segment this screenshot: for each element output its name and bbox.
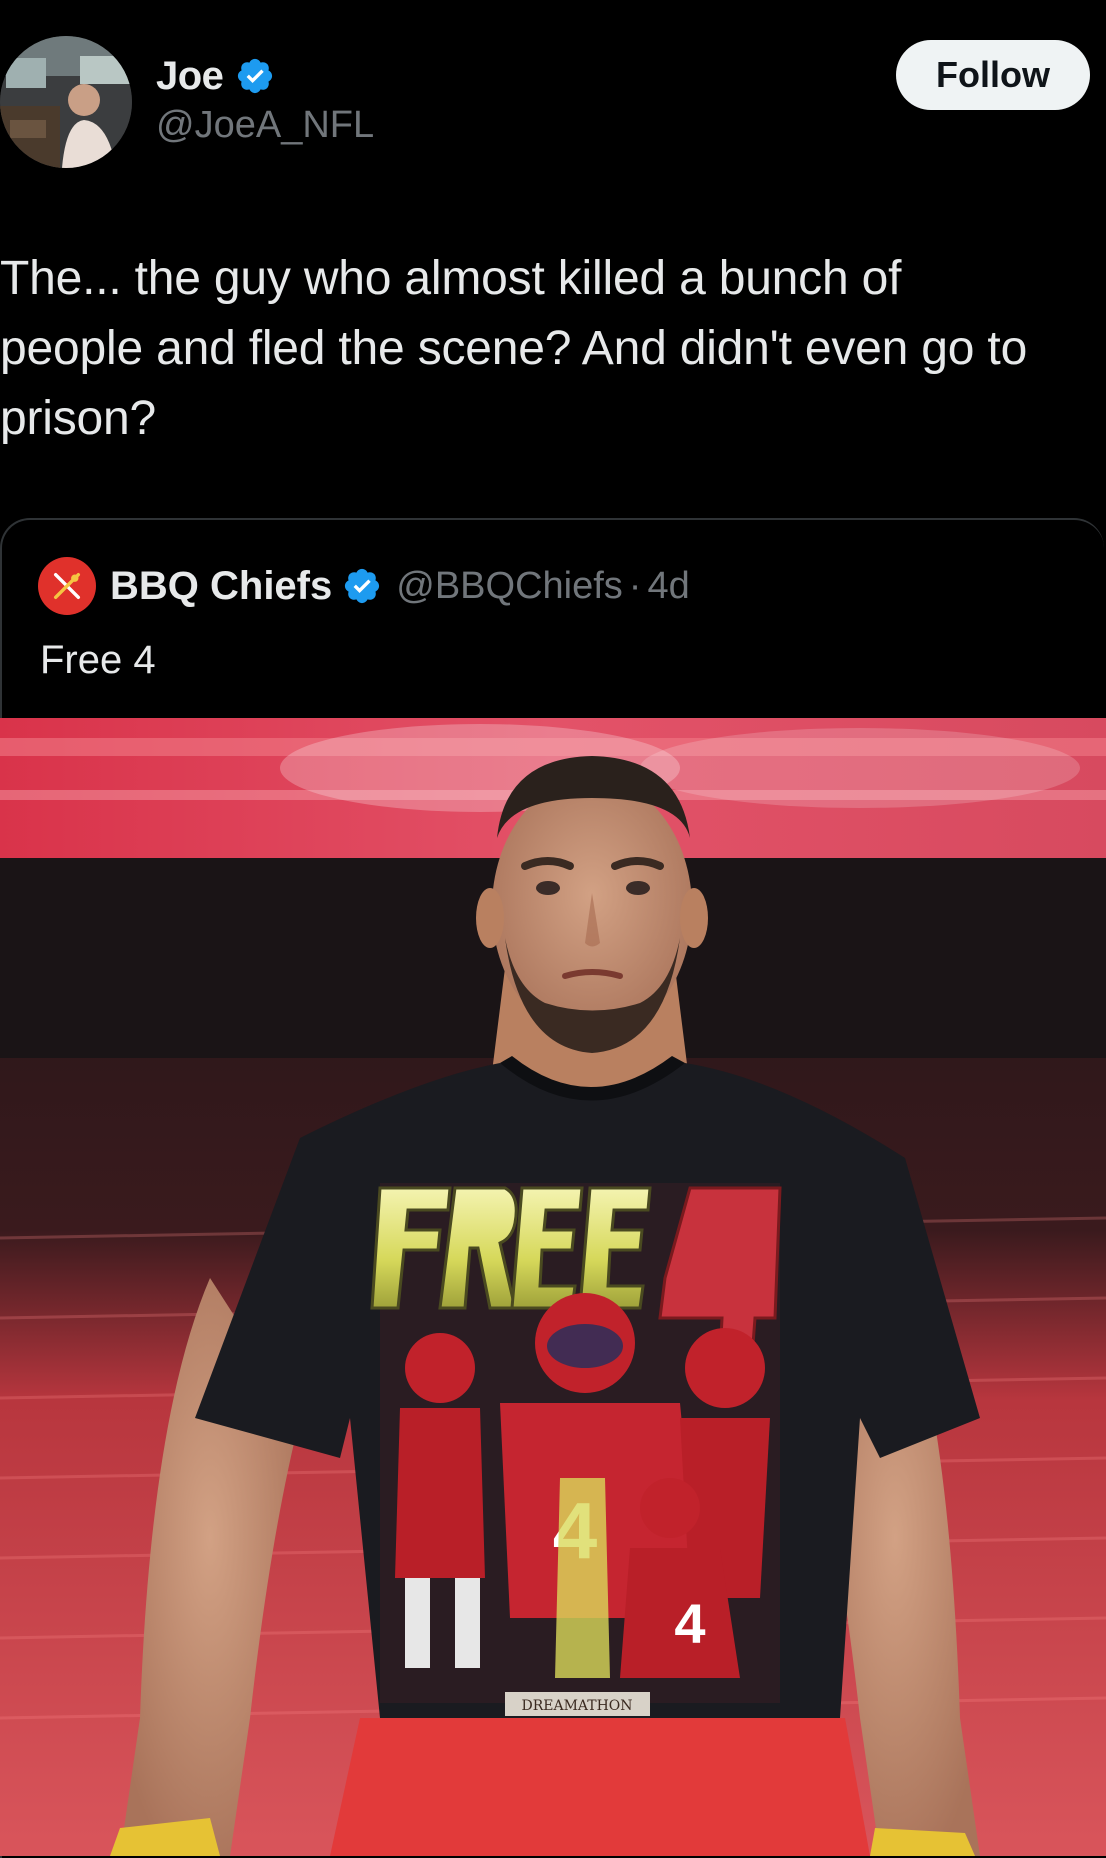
quoted-author-handle[interactable]: @BBQChiefs xyxy=(396,565,623,608)
author-handle[interactable]: @JoeA_NFL xyxy=(156,104,374,147)
verified-badge-icon xyxy=(235,56,275,96)
quoted-author-display-name[interactable]: BBQ Chiefs xyxy=(110,564,332,609)
shirt-tag-text: DREAMATHON xyxy=(521,1698,632,1714)
author-name-row: Joe xyxy=(156,48,275,104)
crossed-utensils-icon[interactable] xyxy=(38,557,96,615)
tweet-text: The... the guy who almost killed a bunch… xyxy=(0,252,1028,445)
quoted-tweet-timestamp[interactable]: 4d xyxy=(647,565,689,608)
quoted-tweet-media-image[interactable]: 4 4 DREAMATHON xyxy=(0,718,1106,1856)
quoted-tweet-header: BBQ Chiefs @BBQChiefs · 4d xyxy=(38,557,690,615)
author-avatar[interactable] xyxy=(0,36,132,168)
separator-dot: · xyxy=(628,564,642,607)
author-display-name[interactable]: Joe xyxy=(156,54,224,99)
verified-badge-icon xyxy=(342,566,382,606)
tweet-header: Joe @JoeA_NFL Follow xyxy=(0,0,1106,180)
quoted-tweet-text: Free 4 xyxy=(40,638,156,682)
follow-button[interactable]: Follow xyxy=(896,40,1090,110)
svg-text:4: 4 xyxy=(674,1592,705,1655)
